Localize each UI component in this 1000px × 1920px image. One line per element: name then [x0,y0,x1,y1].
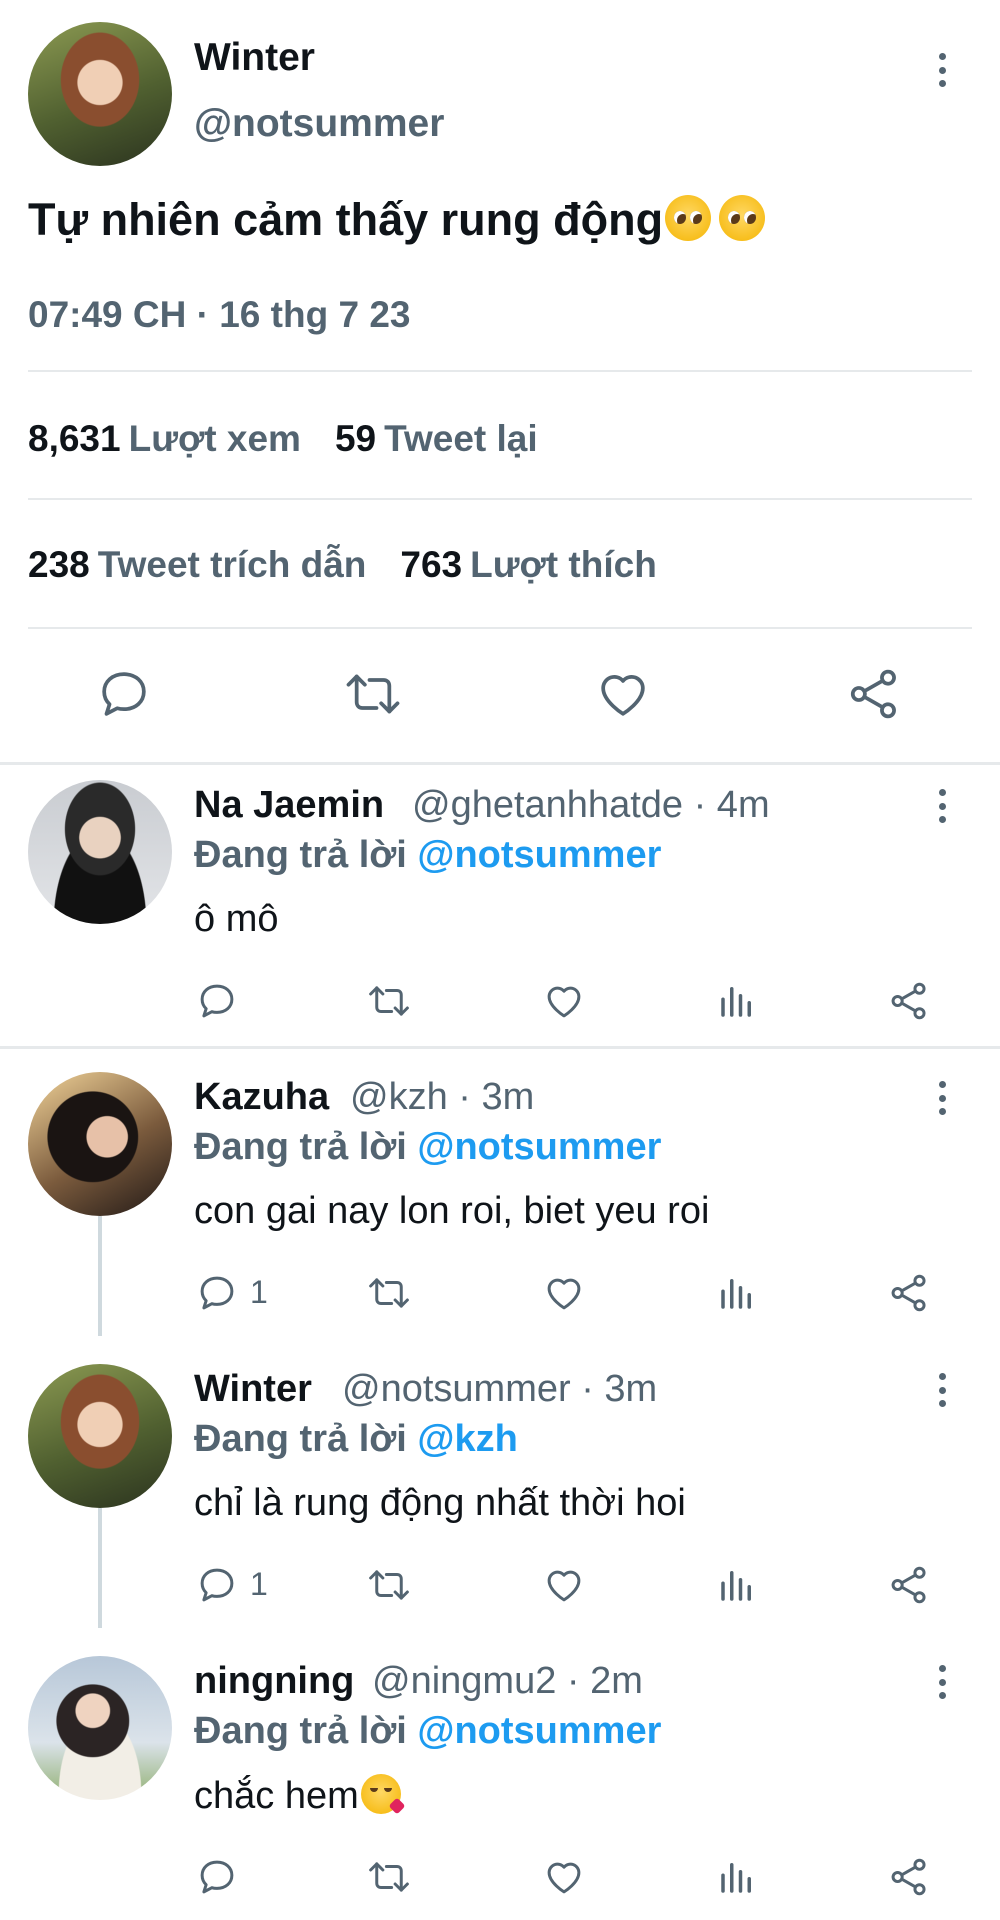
analytics-icon[interactable] [716,1564,758,1606]
views-stat[interactable]: 8,631 Lượt xem [28,418,301,459]
tweet-text: Tự nhiên cảm thấy rung động [28,194,766,246]
share-icon[interactable] [888,1272,930,1314]
reply-icon[interactable] [196,980,238,1022]
analytics-icon[interactable] [716,1856,758,1898]
stats-row-2: 238 Tweet trích dẫn 763 Lượt thích [28,544,657,586]
likes-stat[interactable]: 763 Lượt thích [400,544,656,585]
divider [28,498,972,500]
tweet-text-content: Tự nhiên cảm thấy rung động [28,194,664,245]
mention-link[interactable]: @kzh [417,1418,517,1460]
like-icon[interactable] [542,1856,586,1898]
author-name[interactable]: Winter [194,36,315,80]
reply-count: 1 [250,1274,268,1310]
share-icon[interactable] [888,1856,930,1898]
retweets-stat[interactable]: 59 Tweet lại [335,418,538,459]
reply-text: chắc hem [194,1774,406,1818]
reply-time: · 3m [581,1368,658,1410]
stats-row-1: 8,631 Lượt xem 59 Tweet lại [28,418,538,460]
like-icon[interactable] [542,1564,586,1606]
reply-author-handle[interactable]: @notsummer · 3m [342,1368,657,1411]
quotes-stat[interactable]: 238 Tweet trích dẫn [28,544,366,585]
reply-author-name[interactable]: Kazuha [194,1076,329,1119]
retweet-icon[interactable] [366,980,412,1022]
mention-link[interactable]: @notsummer [417,1126,661,1168]
like-icon[interactable] [542,1272,586,1314]
section-divider [0,1046,1000,1049]
reply-author-handle[interactable]: @ghetanhhatde · 4m [412,784,770,827]
pleading-face-icon [665,195,712,241]
reply-author-handle[interactable]: @kzh · 3m [350,1076,534,1119]
more-options-icon[interactable] [930,50,954,90]
replying-to: Đang trả lời @notsummer [194,1710,662,1752]
replying-to: Đang trả lời @kzh [194,1418,518,1460]
reply-text: chỉ là rung động nhất thời hoi [194,1482,686,1524]
reply-author-name[interactable]: Winter [194,1368,312,1411]
like-icon[interactable] [594,666,652,722]
tweet-timestamp[interactable]: 07:49 CH · 16 thg 7 23 [28,294,410,336]
avatar[interactable] [28,780,172,924]
retweet-icon[interactable] [342,666,404,722]
reply-author-name[interactable]: ningning [194,1660,354,1703]
retweet-icon[interactable] [366,1856,412,1898]
reply-text: con gai nay lon roi, biet yeu roi [194,1190,710,1232]
retweet-icon[interactable] [366,1272,412,1314]
reply-author-handle[interactable]: @ningmu2 · 2m [372,1660,643,1703]
reply-icon[interactable] [196,1272,238,1314]
share-icon[interactable] [888,1564,930,1606]
thread-line [98,1216,102,1336]
more-options-icon[interactable] [930,786,954,826]
more-options-icon[interactable] [930,1662,954,1702]
retweet-icon[interactable] [366,1564,412,1606]
avatar[interactable] [28,1656,172,1800]
reply-icon[interactable] [196,1856,238,1898]
mention-link[interactable]: @notsummer [417,834,661,876]
author-handle[interactable]: @notsummer [194,102,444,146]
pleading-face-icon [719,195,766,241]
avatar[interactable] [28,1072,172,1216]
section-divider [0,762,1000,765]
share-icon[interactable] [888,980,930,1022]
divider [28,370,972,372]
reply-text: ô mô [194,898,279,940]
reply-icon[interactable] [196,1564,238,1606]
replying-to: Đang trả lời @notsummer [194,834,662,876]
share-icon[interactable] [846,666,902,722]
reply-author-name[interactable]: Na Jaemin [194,784,384,827]
like-icon[interactable] [542,980,586,1022]
analytics-icon[interactable] [716,1272,758,1314]
reply-icon[interactable] [96,666,152,722]
more-options-icon[interactable] [930,1370,954,1410]
avatar[interactable] [28,22,172,166]
analytics-icon[interactable] [716,980,758,1022]
thread-line [98,1508,102,1628]
reply-time: · 2m [566,1660,643,1702]
reply-time: · 4m [693,784,770,826]
replying-to: Đang trả lời @notsummer [194,1126,662,1168]
reply-time: · 3m [458,1076,535,1118]
kissing-face-icon [360,1774,406,1815]
mention-link[interactable]: @notsummer [417,1710,661,1752]
reply-count: 1 [250,1566,268,1602]
avatar[interactable] [28,1364,172,1508]
more-options-icon[interactable] [930,1078,954,1118]
divider [28,627,972,629]
